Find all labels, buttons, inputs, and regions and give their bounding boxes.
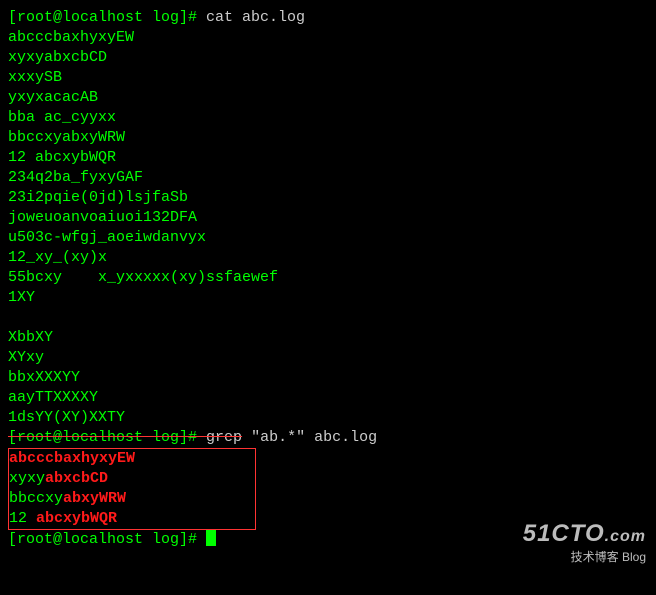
cmd-cat: cat abc.log (206, 9, 305, 26)
grep-pre: xyxy (9, 470, 45, 487)
ps1: [root@localhost log]# (8, 9, 206, 26)
watermark: 51CTO.com 技术博客 Blog (523, 524, 646, 567)
output-line: 55bcxy x_yxxxxx(xy)ssfaewef (8, 268, 648, 288)
output-line: 12 abcxybWQR (8, 148, 648, 168)
output-line: abcccbaxhyxyEW (8, 28, 648, 48)
prompt-1[interactable]: [root@localhost log]# cat abc.log (8, 8, 648, 28)
watermark-sub: 技术博客 (571, 550, 619, 564)
output-line: u503c-wfgj_aoeiwdanvyx (8, 228, 648, 248)
output-line: bbccxyabxyWRW (8, 128, 648, 148)
ps1-struck: [root@localhost log]# (8, 429, 206, 446)
output-line: bbxXXXYY (8, 368, 648, 388)
watermark-blog: Blog (622, 550, 646, 564)
output-line: 23i2pqie(0jd)lsjfaSb (8, 188, 648, 208)
output-line: aayTTXXXXY (8, 388, 648, 408)
grep-line: 12 abcxybWQR (9, 509, 135, 529)
output-line: yxyxacacAB (8, 88, 648, 108)
grep-line: bbccxyabxyWRW (9, 489, 135, 509)
prompt-2[interactable]: [root@localhost log]# grep "ab.*" abc.lo… (8, 428, 648, 448)
cmd-grep-rest: "ab.*" abc.log (242, 429, 377, 446)
watermark-brand: 51CTO (523, 520, 605, 547)
output-line: XYxy (8, 348, 648, 368)
output-line (8, 308, 648, 328)
output-line: XbbXY (8, 328, 648, 348)
grep-line: xyxyabxcbCD (9, 469, 135, 489)
watermark-tld: .com (605, 528, 646, 545)
grep-match: abcccbaxhyxyEW (9, 450, 135, 467)
grep-match: abxcbCD (45, 470, 108, 487)
output-line: 12_xy_(xy)x (8, 248, 648, 268)
cat-output: abcccbaxhyxyEWxyxyabxcbCDxxxySByxyxacacA… (8, 28, 648, 428)
output-line: 1dsYY(XY)XXTY (8, 408, 648, 428)
grep-pre: 12 (9, 510, 36, 527)
grep-output: abcccbaxhyxyEWxyxyabxcbCDbbccxyabxyWRW12… (9, 449, 135, 529)
grep-line: abcccbaxhyxyEW (9, 449, 135, 469)
output-line: xxxySB (8, 68, 648, 88)
grep-match: abcxybWQR (36, 510, 117, 527)
cmd-grep-struck: grep (206, 429, 242, 446)
output-line: xyxyabxcbCD (8, 48, 648, 68)
output-line: bba ac_cyyxx (8, 108, 648, 128)
ps1: [root@localhost log]# (8, 531, 206, 548)
cursor-icon (206, 530, 216, 546)
grep-match: abxyWRW (63, 490, 126, 507)
grep-pre: bbccxy (9, 490, 63, 507)
output-line: 1XY (8, 288, 648, 308)
output-line: 234q2ba_fyxyGAF (8, 168, 648, 188)
output-line: joweuoanvoaiuoi132DFA (8, 208, 648, 228)
grep-output-box: abcccbaxhyxyEWxyxyabxcbCDbbccxyabxyWRW12… (8, 448, 256, 530)
